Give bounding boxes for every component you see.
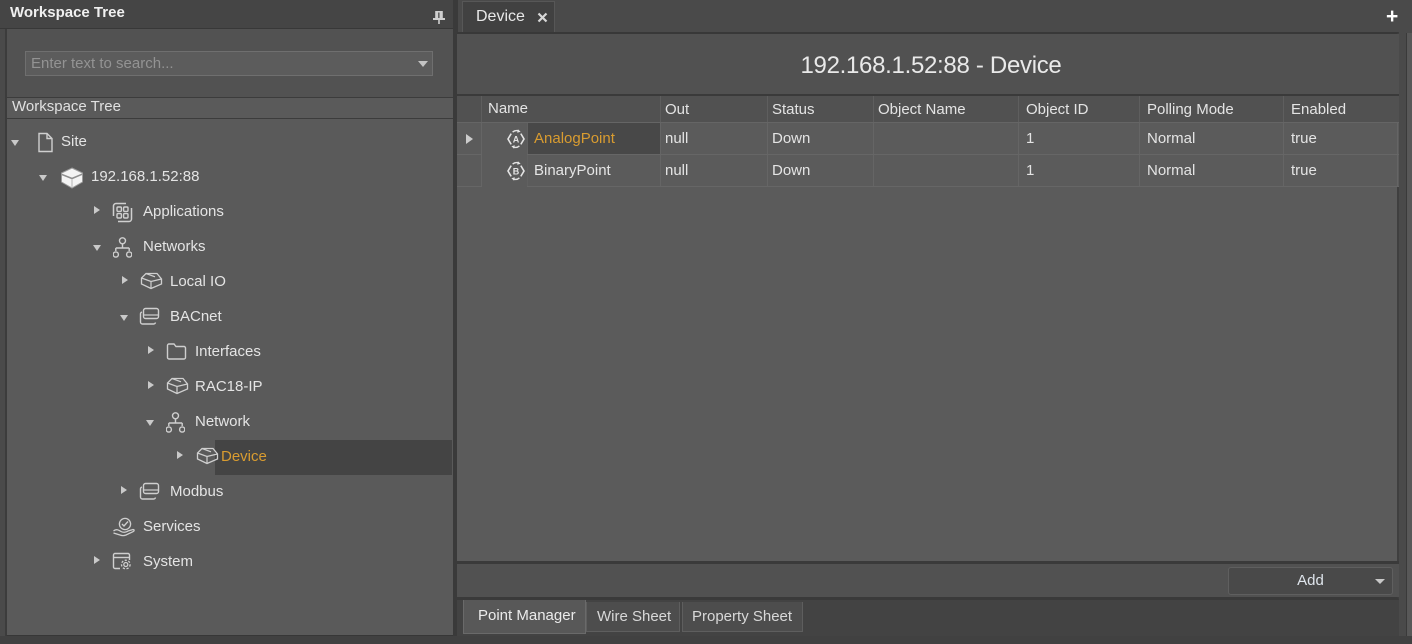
svg-text:B: B: [513, 166, 520, 176]
svg-text:A: A: [513, 134, 520, 144]
